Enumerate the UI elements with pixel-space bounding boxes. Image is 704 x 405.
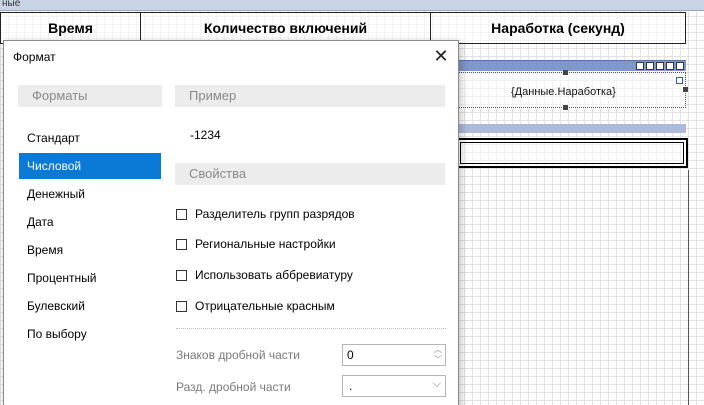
format-item-boolean[interactable]: Булевский [19,292,161,320]
report-band-header[interactable]: ные [0,0,704,11]
page-border [688,170,689,405]
chevron-down-icon[interactable]: ﹀ [433,356,443,364]
selection-handle[interactable] [683,87,688,92]
format-item-percent[interactable]: Процентный [19,264,161,292]
band-button-icon[interactable] [666,62,674,70]
band-label: ные [2,0,21,9]
format-dialog: Формат ✕ Форматы Пример Свойства Стандар… [3,40,459,405]
header-cell-time[interactable]: Время [1,13,141,43]
decimal-digits-input[interactable] [343,345,423,365]
selection-handle[interactable] [563,105,568,110]
close-icon[interactable]: ✕ [430,45,452,67]
header-cell-count[interactable]: Количество включений [141,13,431,43]
checkbox-abbreviation[interactable]: Использовать аббревиатуру [176,267,353,283]
example-value: -1234 [190,128,221,142]
properties-header: Свойства [175,163,445,185]
band-buttons [636,62,684,70]
checkbox-regional-settings[interactable]: Региональные настройки [176,236,336,252]
band-button-icon[interactable] [656,62,664,70]
decimal-digits-label: Знаков дробной части [176,348,301,362]
decimal-digits-stepper[interactable]: ︿ ﹀ [342,344,446,366]
checkbox[interactable] [176,238,187,250]
checkbox[interactable] [176,269,187,281]
select-value: . [349,379,353,393]
band-button-icon[interactable] [676,62,684,70]
checkbox-label: Разделитель групп разрядов [195,207,355,221]
formats-header: Форматы [18,85,162,107]
data-row[interactable]: {Данные.Наработка} [456,70,688,110]
example-header: Пример [175,85,445,107]
data-expression[interactable]: {Данные.Наработка} [511,86,616,98]
header-cell-runtime[interactable]: Наработка (секунд) [431,13,685,43]
format-item-currency[interactable]: Денежный [19,180,161,208]
smart-tag-icon[interactable] [676,77,683,84]
format-item-date[interactable]: Дата [19,208,161,236]
format-item-standard[interactable]: Стандарт [19,124,161,152]
checkbox-label: Использовать аббревиатуру [195,268,353,282]
checkbox-label: Региональные настройки [195,237,336,251]
stepper-arrows[interactable]: ︿ ﹀ [433,346,443,364]
checkbox[interactable] [176,300,187,312]
checkbox-group-separator[interactable]: Разделитель групп разрядов [176,206,355,222]
selection-handle[interactable] [563,70,568,75]
divider [176,328,446,329]
report-band-bar[interactable] [456,124,686,133]
formats-list: Стандарт Числовой Денежный Дата Время Пр… [19,124,161,348]
checkbox-label: Отрицательные красным [195,299,335,313]
format-item-time[interactable]: Время [19,236,161,264]
data-band-bar[interactable] [456,60,686,71]
chevron-up-icon[interactable]: ︿ [433,346,443,354]
format-item-numeric[interactable]: Числовой [19,153,161,179]
format-item-custom[interactable]: По выбору [19,320,161,348]
decimal-separator-select[interactable]: . ⌵ [342,375,446,397]
band-button-icon[interactable] [646,62,654,70]
decimal-separator-label: Разд. дробной части [176,380,291,394]
checkbox-negative-red[interactable]: Отрицательные красным [176,298,335,314]
footer-frame[interactable] [456,138,688,168]
checkbox[interactable] [176,208,187,220]
chevron-down-icon[interactable]: ⌵ [433,378,441,391]
dialog-title: Формат [13,50,56,64]
band-button-icon[interactable] [636,62,644,70]
